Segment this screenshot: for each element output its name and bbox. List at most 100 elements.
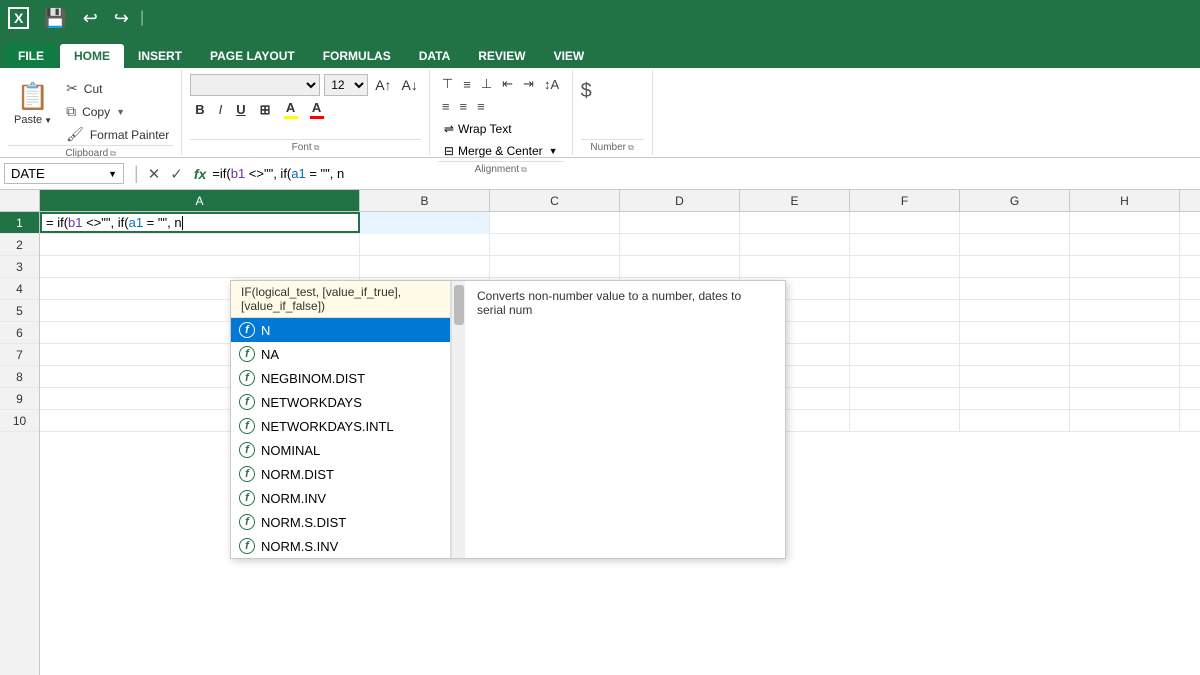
font-size-select[interactable]: 12 (324, 74, 368, 96)
col-header-h[interactable]: H (1070, 190, 1180, 211)
col-header-g[interactable]: G (960, 190, 1070, 211)
align-middle-button[interactable]: ≡ (459, 75, 475, 94)
cell-h2[interactable] (1070, 234, 1180, 256)
cell-c2[interactable] (490, 234, 620, 256)
cell-e1[interactable] (740, 212, 850, 234)
autocomplete-item-negbinom-dist[interactable]: fNEGBINOM.DIST (231, 366, 450, 390)
cell-a3[interactable] (40, 256, 360, 277)
cut-button[interactable]: ✂ Cut (62, 78, 173, 99)
copy-button[interactable]: ⧉ Copy ▼ (62, 101, 173, 122)
font-expand-icon[interactable]: ⧉ (314, 143, 320, 153)
cell-f2[interactable] (850, 234, 960, 256)
cell-e2[interactable] (740, 234, 850, 256)
cell-f10[interactable] (850, 410, 960, 431)
tab-home[interactable]: HOME (60, 44, 124, 68)
autocomplete-scrollbar[interactable] (451, 281, 465, 558)
cell-h7[interactable] (1070, 344, 1180, 365)
tab-file[interactable]: FILE (4, 44, 58, 68)
clipboard-expand-icon[interactable]: ⧉ (110, 149, 116, 159)
confirm-formula-button[interactable]: ✓ (165, 163, 188, 185)
cell-b1[interactable] (360, 212, 490, 234)
cell-reference-box[interactable]: DATE ▼ (4, 163, 124, 184)
cell-g2[interactable] (960, 234, 1070, 256)
cell-g1[interactable] (960, 212, 1070, 234)
tab-insert[interactable]: INSERT (124, 44, 196, 68)
autocomplete-item-norm-dist[interactable]: fNORM.DIST (231, 462, 450, 486)
row-num-3[interactable]: 3 (0, 256, 39, 278)
number-expand-icon[interactable]: ⧉ (628, 143, 634, 153)
cell-a2[interactable] (40, 234, 360, 256)
format-painter-button[interactable]: 🖌 Format Painter (62, 124, 173, 145)
bold-button[interactable]: B (190, 100, 209, 119)
cell-d2[interactable] (620, 234, 740, 256)
align-top-button[interactable]: ⊤ (438, 74, 457, 94)
autocomplete-item-networkdays-intl[interactable]: fNETWORKDAYS.INTL (231, 414, 450, 438)
cell-f1[interactable] (850, 212, 960, 234)
cell-h10[interactable] (1070, 410, 1180, 431)
col-header-d[interactable]: D (620, 190, 740, 211)
row-num-8[interactable]: 8 (0, 366, 39, 388)
cell-h3[interactable] (1070, 256, 1180, 277)
cell-g10[interactable] (960, 410, 1070, 431)
cell-h1[interactable] (1070, 212, 1180, 234)
underline-button[interactable]: U (231, 100, 250, 119)
cell-f9[interactable] (850, 388, 960, 409)
col-header-f[interactable]: F (850, 190, 960, 211)
fill-color-button[interactable]: A (280, 98, 302, 121)
col-header-c[interactable]: C (490, 190, 620, 211)
col-header-a[interactable]: A (40, 190, 360, 211)
cell-b2[interactable] (360, 234, 490, 256)
align-bottom-button[interactable]: ⊥ (477, 74, 496, 94)
text-direction-button[interactable]: ↕A (540, 75, 563, 94)
cell-b3[interactable] (360, 256, 490, 277)
cell-g5[interactable] (960, 300, 1070, 321)
cell-g8[interactable] (960, 366, 1070, 387)
autocomplete-item-na[interactable]: fNA (231, 342, 450, 366)
row-num-2[interactable]: 2 (0, 234, 39, 256)
autocomplete-item-nominal[interactable]: fNOMINAL (231, 438, 450, 462)
autocomplete-item-norm-inv[interactable]: fNORM.INV (231, 486, 450, 510)
row-num-9[interactable]: 9 (0, 388, 39, 410)
row-num-1[interactable]: 1 (0, 212, 39, 234)
cell-d3[interactable] (620, 256, 740, 277)
cell-c1[interactable] (490, 212, 620, 234)
cell-h8[interactable] (1070, 366, 1180, 387)
cell-g7[interactable] (960, 344, 1070, 365)
cell-e3[interactable] (740, 256, 850, 277)
italic-button[interactable]: I (214, 100, 228, 119)
indent-decrease-button[interactable]: ⇤ (498, 74, 517, 94)
cell-f8[interactable] (850, 366, 960, 387)
col-header-b[interactable]: B (360, 190, 490, 211)
undo-button[interactable]: ↩ (78, 7, 103, 29)
indent-increase-button[interactable]: ⇥ (519, 74, 538, 94)
font-color-button[interactable]: A (306, 98, 328, 121)
tab-review[interactable]: REVIEW (464, 44, 539, 68)
cell-a1[interactable]: = if(b1 <>"", if(a1 = "", n (40, 212, 360, 233)
row-num-5[interactable]: 5 (0, 300, 39, 322)
wrap-text-button[interactable]: ⇌ Wrap Text (438, 119, 564, 139)
autocomplete-item-n[interactable]: fN (231, 318, 450, 342)
font-name-select[interactable] (190, 74, 320, 96)
cell-h5[interactable] (1070, 300, 1180, 321)
cell-d1[interactable] (620, 212, 740, 234)
autocomplete-item-networkdays[interactable]: fNETWORKDAYS (231, 390, 450, 414)
align-left-button[interactable]: ≡ (438, 97, 454, 116)
cell-g6[interactable] (960, 322, 1070, 343)
increase-font-size-button[interactable]: A↑ (372, 76, 394, 94)
paste-button[interactable]: 📋 Paste ▼ (8, 74, 58, 130)
redo-button[interactable]: ↪ (109, 7, 134, 29)
decrease-font-size-button[interactable]: A↓ (399, 76, 421, 94)
row-num-6[interactable]: 6 (0, 322, 39, 344)
cell-g4[interactable] (960, 278, 1070, 299)
cell-g9[interactable] (960, 388, 1070, 409)
col-header-e[interactable]: E (740, 190, 850, 211)
autocomplete-item-norm-s-inv[interactable]: fNORM.S.INV (231, 534, 450, 558)
tab-page-layout[interactable]: PAGE LAYOUT (196, 44, 309, 68)
tab-formulas[interactable]: FORMULAS (309, 44, 405, 68)
cell-g3[interactable] (960, 256, 1070, 277)
save-button[interactable]: 💾 (39, 7, 71, 29)
cell-f4[interactable] (850, 278, 960, 299)
cell-h6[interactable] (1070, 322, 1180, 343)
cell-h9[interactable] (1070, 388, 1180, 409)
formula-input[interactable]: =if(b1 <>"", if(a1 = "", n (212, 166, 1196, 181)
